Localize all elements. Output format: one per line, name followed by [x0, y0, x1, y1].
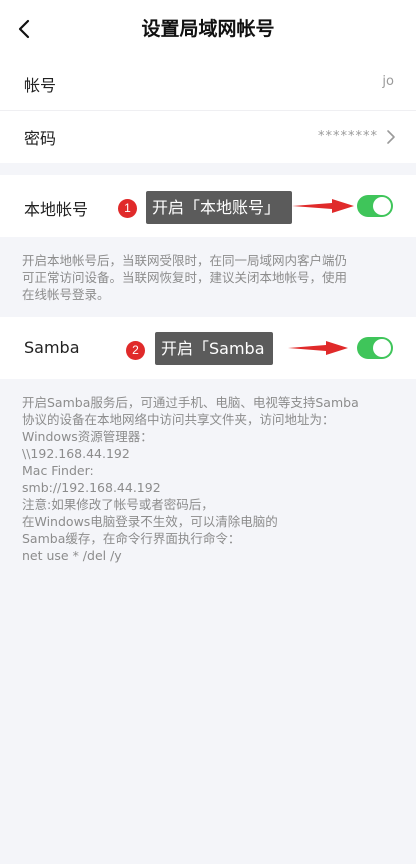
password-value: ********: [318, 129, 378, 144]
description-line: Samba缓存，在命令行界面执行命令：: [22, 531, 241, 546]
description-line: 开启Samba服务后，可通过手机、电脑、电视等支持Samba: [22, 395, 359, 410]
callout-step-1: 开启「本地账号」: [146, 191, 292, 224]
local-account-label: 本地帐号: [24, 200, 89, 219]
local-account-description: 开启本地帐号后，当联网受限时，在同一局域网内客户端仍 可正常访问设备。当联网恢复…: [22, 252, 396, 303]
samba-description: 开启Samba服务后，可通过手机、电脑、电视等支持Samba 协议的设备在本地网…: [22, 394, 396, 564]
samba-toggle[interactable]: [357, 337, 393, 359]
chevron-right-icon: [387, 130, 395, 144]
samba-label: Samba: [24, 338, 80, 357]
arrow-icon: [288, 341, 348, 355]
description-line: smb://192.168.44.192: [22, 480, 161, 495]
description-line: net use * /del /y: [22, 548, 122, 563]
page-title: 设置局域网帐号: [141, 18, 275, 40]
description-line: Windows资源管理器：: [22, 429, 153, 444]
top-bar: 设置局域网帐号: [0, 0, 416, 58]
account-label: 帐号: [24, 76, 57, 95]
callout-step-2: 开启「Samba: [155, 332, 273, 365]
password-row[interactable]: 密码 ********: [0, 111, 416, 163]
description-line: 在Windows电脑登录不生效，可以清除电脑的: [22, 514, 278, 529]
arrow-icon: [292, 199, 354, 213]
account-row[interactable]: 帐号 jo: [0, 58, 416, 110]
description-line: \\192.168.44.192: [22, 446, 130, 461]
step-badge-1: 1: [118, 199, 137, 218]
step-badge-2: 2: [126, 341, 145, 360]
password-label: 密码: [24, 129, 57, 148]
account-value: jo: [382, 74, 394, 89]
local-account-row: 本地帐号 1 开启「本地账号」: [0, 175, 416, 237]
description-line: 开启本地帐号后，当联网受限时，在同一局域网内客户端仍: [22, 253, 348, 268]
description-line: 可正常访问设备。当联网恢复时，建议关闭本地帐号，使用: [22, 270, 348, 285]
description-line: 在线帐号登录。: [22, 287, 110, 302]
description-line: 注意:如果修改了帐号或者密码后，: [22, 497, 214, 512]
description-line: Mac Finder:: [22, 463, 94, 478]
toggle-knob: [373, 339, 391, 357]
description-line: 协议的设备在本地网络中访问共享文件夹，访问地址为：: [22, 412, 335, 427]
toggle-knob: [373, 197, 391, 215]
local-account-toggle[interactable]: [357, 195, 393, 217]
samba-row: Samba 2 开启「Samba: [0, 317, 416, 379]
